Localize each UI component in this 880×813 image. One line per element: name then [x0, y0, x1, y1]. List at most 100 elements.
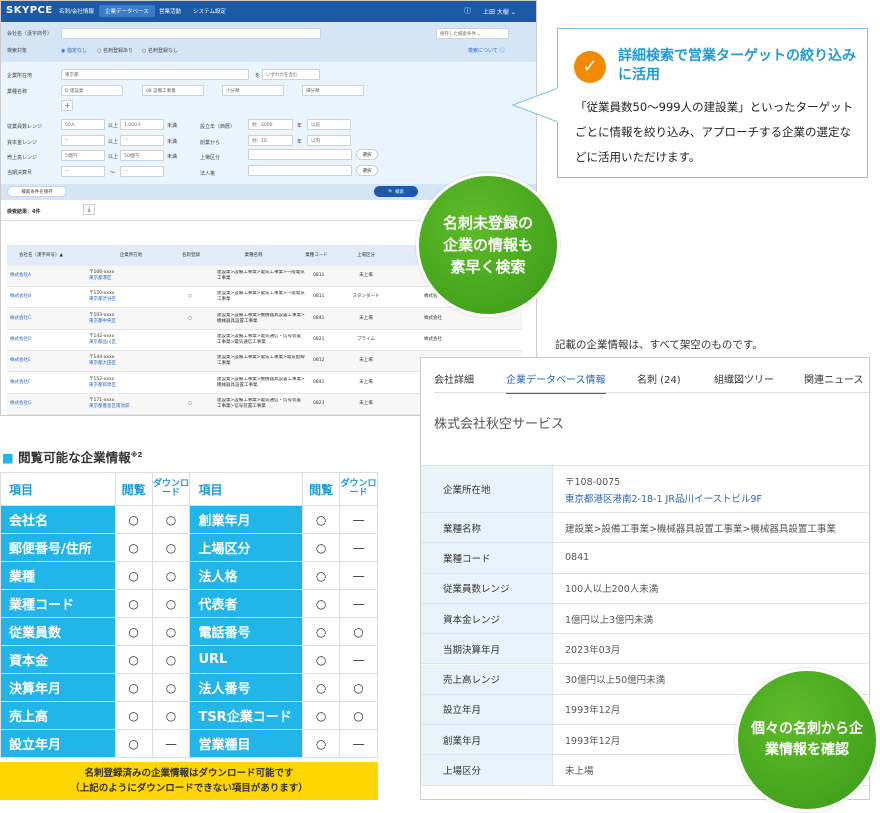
radio-with-card[interactable]: ○ 名刺登録あり: [97, 47, 133, 54]
address-link[interactable]: 東京都大田区: [89, 361, 116, 367]
column-header[interactable]: 名刺登録: [176, 253, 206, 259]
column-header[interactable]: 業種名称: [211, 253, 296, 259]
company-link[interactable]: 株式会社A: [10, 273, 31, 279]
company-link[interactable]: 株式会社C: [10, 316, 31, 322]
add-industry-button[interactable]: +: [61, 100, 73, 111]
address-link[interactable]: 東京都港区: [89, 276, 112, 282]
company-name-input[interactable]: [61, 28, 321, 39]
spec-item: 郵便番号/住所: [0, 533, 116, 562]
detail-label: 売上高レンジ: [421, 664, 553, 694]
company-link[interactable]: 株式会社B: [10, 294, 31, 300]
save-conditions-button[interactable]: 検索条件を保存: [7, 186, 67, 197]
spec-mark: ○: [114, 617, 153, 646]
location-suffix: を: [255, 73, 261, 79]
corp-type: 株式会社: [424, 336, 442, 342]
listed-input[interactable]: [248, 149, 352, 160]
location-input[interactable]: 東京都: [61, 69, 249, 80]
spec-item: 業種コード: [0, 589, 116, 618]
tab-company-db[interactable]: 企業データベース情報: [506, 371, 606, 394]
nav-company-db[interactable]: 企業データベース: [99, 5, 155, 17]
column-header[interactable]: 上場区分: [346, 253, 386, 259]
corp-type: 株式会社: [424, 315, 442, 321]
spec-header-row: 項目 閲覧 ダウンロード 項目 閲覧 ダウンロード: [0, 472, 378, 506]
industry: 建設業>設備工事業>電気通信・信号装置工事業>電気通信工事業: [217, 333, 302, 345]
column-header[interactable]: 会社名（漢字商号）▲: [11, 253, 71, 259]
tab-news[interactable]: 関連ニュース: [804, 371, 864, 386]
industry-middle-select[interactable]: 08 設備工事業: [142, 85, 204, 96]
company-link[interactable]: 株式会社E: [10, 358, 31, 364]
spec-item: 決算年月: [0, 673, 116, 702]
listed-label: 上場区分: [200, 155, 221, 161]
employees-from-select[interactable]: 50人: [61, 119, 105, 130]
spec-item: 売上高: [0, 701, 116, 730]
detail-address-link[interactable]: 東京都港区港南2-18-1 JR品川イーストビル9F: [565, 491, 762, 505]
help-icon[interactable]: ⓘ: [464, 6, 471, 16]
card-registered: ○: [188, 315, 192, 321]
industry-minor-select[interactable]: 小分類: [222, 85, 284, 96]
industry-detail-select[interactable]: 細分類: [302, 85, 364, 96]
radio-without-card[interactable]: ○ 名刺登録なし: [142, 47, 178, 54]
radio-none[interactable]: ◉ 指定なし: [61, 47, 87, 54]
founded-mode-select[interactable]: 以前: [307, 119, 351, 130]
listed-select-button[interactable]: 選択: [356, 149, 378, 160]
address-link[interactable]: 東京都豊島区南池袋: [89, 404, 130, 410]
tab-org-tree[interactable]: 組織図ツリー: [714, 371, 774, 386]
location-mode-select[interactable]: いずれかを含む: [262, 69, 320, 80]
detail-row: 業種名称 建設業>設備工事業>機械器具設置工事業>機械器具設置工事業: [421, 513, 869, 544]
sales-from-select[interactable]: 5億円: [61, 150, 105, 161]
address-link[interactable]: 東京都中央区: [89, 319, 116, 325]
saved-conditions-select[interactable]: 保存した検索条件 ⌄: [436, 28, 509, 39]
detail-value: 30億円以上50億円未満: [565, 675, 666, 687]
since-input[interactable]: 例：10: [248, 135, 293, 146]
download-icon[interactable]: ⤓: [83, 204, 95, 215]
spec-mark: ○: [302, 701, 341, 730]
spec-mark: ○: [151, 561, 191, 590]
spec-mark: ○: [151, 589, 191, 618]
corp-select-button[interactable]: 選択: [356, 165, 378, 176]
company-link[interactable]: 株式会社D: [10, 337, 31, 343]
detail-table: 企業所在地 〒108-0075 東京都港区港南2-18-1 JR品川イーストビル9F…: [421, 465, 869, 786]
detail-value: 〒108-0075: [565, 476, 621, 488]
column-header[interactable]: 企業所在地: [96, 253, 166, 259]
callout-title: 詳細検索で営業ターゲットの絞り込みに活用: [618, 48, 856, 83]
capital-to-select[interactable]: --: [120, 135, 164, 146]
spec-item: 法人格: [189, 561, 304, 590]
spec-mark: ○: [114, 701, 153, 730]
fiscal-from-select[interactable]: --: [61, 166, 105, 177]
spec-item: 業種: [0, 561, 116, 590]
spec-row: 決算年月 ○ ○ 法人番号 ○ ○: [0, 673, 378, 702]
capital-label: 資本金レンジ: [7, 140, 38, 146]
tab-cards[interactable]: 名刺 (24): [637, 371, 681, 386]
user-menu[interactable]: 上田 大樹 ⌄: [483, 7, 516, 16]
founded-input[interactable]: 例：2000: [248, 119, 293, 130]
tab-company-detail[interactable]: 会社詳細: [434, 371, 474, 386]
nav-cards[interactable]: 名刺/会社情報: [53, 5, 100, 17]
nav-settings[interactable]: システム設定: [187, 5, 232, 17]
capital-from-select[interactable]: --: [61, 135, 105, 146]
spec-mark: —: [339, 505, 378, 534]
detail-row: 業種コード 0841: [421, 543, 869, 574]
address-link[interactable]: 東京都渋谷区: [89, 297, 116, 303]
address-link[interactable]: 東京都目黒区: [89, 383, 116, 389]
spec-header-cell: 閲覧: [114, 472, 153, 506]
spec-header-cell: ダウンロード: [151, 472, 191, 506]
above-text: 以上: [108, 139, 119, 145]
industry-major-select[interactable]: D 建設業: [61, 85, 123, 96]
company-link[interactable]: 株式会社G: [10, 401, 32, 407]
spec-mark: ○: [114, 561, 153, 590]
search-button[interactable]: 🔍 検索: [374, 186, 418, 197]
address-link[interactable]: 東京都品川区: [89, 340, 116, 346]
since-mode-select[interactable]: 以内: [307, 135, 351, 146]
above-text: 以上: [108, 154, 119, 160]
nav-sales[interactable]: 営業活動: [153, 5, 187, 17]
employees-to-select[interactable]: 1,000人: [120, 119, 164, 130]
fiscal-to-select[interactable]: --: [120, 166, 164, 177]
corp-input[interactable]: [248, 165, 352, 176]
spec-item: 会社名: [0, 505, 116, 534]
column-header[interactable]: 業種コード: [299, 253, 334, 259]
spec-mark: ○: [339, 673, 378, 702]
company-name-label: 会社名（漢字商号）: [7, 31, 53, 37]
company-link[interactable]: 株式会社F: [10, 380, 31, 386]
about-search-link[interactable]: 検索について ⓘ: [468, 47, 504, 54]
sales-to-select[interactable]: 50億円: [120, 150, 164, 161]
